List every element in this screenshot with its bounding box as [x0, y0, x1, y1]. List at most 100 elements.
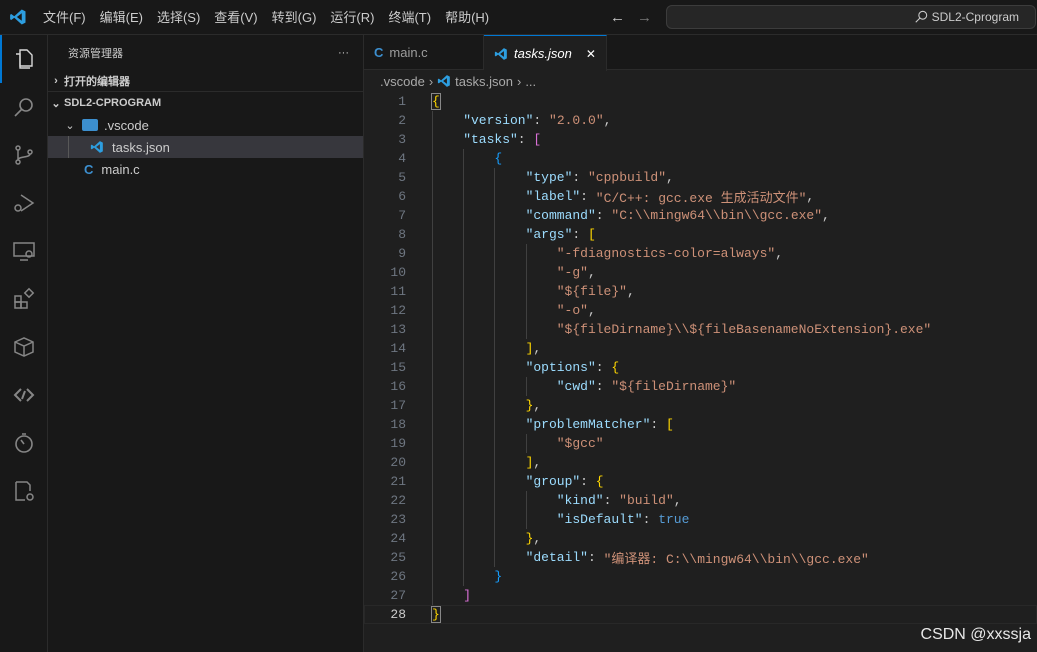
chevron-right-icon: › [428, 73, 434, 89]
menu-terminal[interactable]: 终端(T) [381, 0, 438, 35]
indent-guide [494, 282, 525, 301]
tree-folder-vscode[interactable]: ⌄ .vscode [48, 114, 363, 136]
code-token: "options" [525, 360, 596, 375]
tree-file-main-c[interactable]: Cmain.c [48, 158, 363, 180]
code-token: "2.0.0" [549, 113, 604, 128]
code-line[interactable]: 13 "${fileDirname}\\${fileBasenameNoExten… [364, 320, 1037, 339]
code-line[interactable]: 16 "cwd": "${fileDirname}" [364, 377, 1037, 396]
indent-guide [494, 301, 525, 320]
tab-tasks-json[interactable]: tasks.json ✕ [484, 35, 607, 71]
code-line[interactable]: 4{ [364, 149, 1037, 168]
code-line[interactable]: 11 "${file}", [364, 282, 1037, 301]
code-token: : [572, 227, 588, 242]
code-line[interactable]: 1{ [364, 92, 1037, 111]
project-label: SDL2-CPROGRAM [64, 97, 162, 109]
code-token: , [822, 208, 830, 223]
package-icon[interactable] [0, 323, 48, 371]
indent-guide [463, 358, 494, 377]
code-line[interactable]: 12 "-o", [364, 301, 1037, 320]
chevron-right-icon: › [516, 73, 522, 89]
code-line[interactable]: 26} [364, 567, 1037, 586]
command-center-search[interactable]: SDL2-Cprogram [666, 5, 1036, 29]
code-token: { [431, 93, 441, 110]
code-token: "-o" [556, 303, 588, 318]
code-line[interactable]: 24}, [364, 529, 1037, 548]
code-editor[interactable]: 1{2 "version": "2.0.0", 3 "tasks": [4{5 "typ… [364, 92, 1037, 624]
back-arrow-icon[interactable]: ← [610, 9, 625, 26]
code-line[interactable]: 25 "detail": "编译器: C:\\mingw64\\bin\\gcc.… [364, 548, 1037, 567]
code-line[interactable]: 5 "type": "cppbuild", [364, 168, 1037, 187]
menu-run[interactable]: 运行(R) [323, 0, 381, 35]
timeline-icon[interactable] [0, 419, 48, 467]
code-line[interactable]: 14], [364, 339, 1037, 358]
code-line[interactable]: 15 "options": { [364, 358, 1037, 377]
indent-guide [432, 472, 463, 491]
open-editors-section[interactable]: › 打开的编辑器 [48, 70, 363, 92]
menu-help[interactable]: 帮助(H) [438, 0, 496, 35]
indent-guide [432, 225, 463, 244]
explorer-icon[interactable] [0, 35, 48, 83]
code-token: "tasks" [463, 132, 518, 147]
indent-guide [432, 567, 463, 586]
line-number: 12 [390, 303, 406, 318]
close-icon[interactable]: ✕ [586, 47, 596, 61]
breadcrumb-file[interactable]: tasks.json [455, 74, 513, 89]
menu-go[interactable]: 转到(G) [265, 0, 324, 35]
source-control-icon[interactable] [0, 131, 48, 179]
menu-edit[interactable]: 编辑(E) [93, 0, 150, 35]
code-line[interactable]: 21 "group": { [364, 472, 1037, 491]
menu-view[interactable]: 查看(V) [207, 0, 264, 35]
remote-explorer-icon[interactable] [0, 227, 48, 275]
code-line[interactable]: 6 "label": "C/C++: gcc.exe 生成活动文件", [364, 187, 1037, 206]
indent-guide [525, 320, 557, 339]
indent-guide [463, 453, 494, 472]
code-line[interactable]: 7 "command": "C:\\mingw64\\bin\\gcc.exe", [364, 206, 1037, 225]
line-content: "version": "2.0.0", [432, 111, 611, 130]
code-token: "编译器: C:\\mingw64\\bin\\gcc.exe" [603, 552, 869, 567]
search-icon[interactable] [0, 83, 48, 131]
indent-guide [432, 130, 463, 149]
code-token: : [603, 493, 620, 508]
menu-selection[interactable]: 选择(S) [150, 0, 207, 35]
code-token: "cwd" [556, 379, 596, 394]
indent-guide [494, 339, 525, 358]
code-line[interactable]: 19 "$gcc" [364, 434, 1037, 453]
code-line[interactable]: 3 "tasks": [ [364, 130, 1037, 149]
code-token: } [525, 398, 534, 413]
breadcrumb-folder[interactable]: .vscode [380, 74, 425, 89]
cmake-settings-icon[interactable] [0, 467, 48, 515]
code-token: } [494, 569, 503, 584]
indent-guide [525, 244, 557, 263]
line-content: "-g", [432, 263, 596, 282]
breadcrumb-more[interactable]: ... [525, 74, 536, 89]
indent-guide [494, 510, 525, 529]
code-line[interactable]: 23 "isDefault": true [364, 510, 1037, 529]
code-line[interactable]: 20], [364, 453, 1037, 472]
explorer-title: 资源管理器 [68, 47, 123, 60]
forward-arrow-icon[interactable]: → [637, 9, 652, 26]
run-debug-icon[interactable] [0, 179, 48, 227]
code-line[interactable]: 9 "-fdiagnostics-color=always", [364, 244, 1037, 263]
line-content: "command": "C:\\mingw64\\bin\\gcc.exe", [432, 206, 830, 225]
code-line[interactable]: 2 "version": "2.0.0", [364, 111, 1037, 130]
code-token: "C:\\mingw64\\bin\\gcc.exe" [611, 208, 823, 223]
code-line[interactable]: 27] [364, 586, 1037, 605]
tab-main-c[interactable]: Cmain.c [364, 35, 484, 70]
live-share-icon[interactable] [0, 371, 48, 419]
code-token: "kind" [556, 493, 604, 508]
indent-guide [525, 377, 557, 396]
menu-file[interactable]: 文件(F) [36, 0, 93, 35]
code-line[interactable]: 8 "args": [ [364, 225, 1037, 244]
code-line[interactable]: 18 "problemMatcher": [ [364, 415, 1037, 434]
indent-guide [432, 282, 463, 301]
code-line[interactable]: 28} [364, 605, 1037, 624]
code-line[interactable]: 17}, [364, 396, 1037, 415]
line-number: 8 [398, 227, 406, 242]
code-line[interactable]: 10 "-g", [364, 263, 1037, 282]
more-actions-button[interactable]: ··· [338, 47, 349, 59]
extensions-icon[interactable] [0, 275, 48, 323]
tree-file-tasks-json[interactable]: tasks.json [48, 136, 363, 158]
line-content: ], [432, 453, 541, 472]
code-line[interactable]: 22 "kind": "build", [364, 491, 1037, 510]
project-section[interactable]: ⌄ SDL2-CPROGRAM [48, 92, 363, 114]
